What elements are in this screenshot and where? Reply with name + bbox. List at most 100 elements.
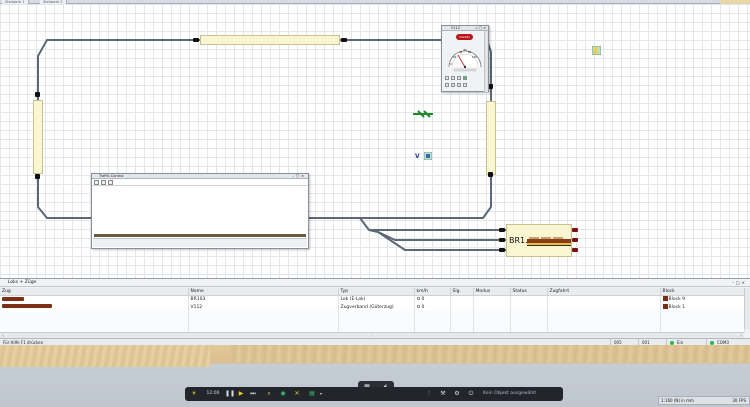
play-icon[interactable]: ▶ — [237, 389, 245, 399]
sun-icon[interactable]: ☀ — [189, 389, 199, 399]
block-left[interactable] — [33, 100, 43, 174]
signal-top-left[interactable] — [193, 38, 199, 42]
traffic-timeline-bar — [94, 234, 306, 237]
speed-tick-80: 80 — [468, 50, 472, 54]
function-button-2[interactable] — [451, 76, 455, 80]
cell-block: Block 9 — [668, 297, 685, 303]
wood-surface-left — [0, 345, 210, 367]
signal-top-right[interactable] — [341, 38, 347, 42]
speed-tick-40: 40 — [459, 50, 463, 54]
signal-left-bottom[interactable] — [35, 174, 40, 179]
loco-window-title: V112 — [451, 26, 461, 30]
function-button-3[interactable] — [457, 76, 461, 80]
gear-icon[interactable]: ⚙ — [453, 389, 461, 399]
loco-control-window[interactable]: V112 ▫□× märklin 40 60 80 20 100 0 — [441, 25, 489, 92]
marklin-logo: märklin — [456, 34, 473, 40]
loco-window-titlebar[interactable]: V112 ▫□× — [442, 26, 488, 31]
wood-surface-right — [230, 345, 750, 363]
signal-exit-2-right[interactable] — [572, 238, 578, 242]
table-row[interactable]: V112 Zugverband (Güterzug) 0 Block 1 — [0, 303, 745, 311]
panel-vertical-scrollbar[interactable] — [744, 288, 750, 329]
close-icon[interactable]: × — [301, 174, 306, 178]
speed-checkbox[interactable] — [416, 296, 420, 300]
signal-left-top[interactable] — [35, 92, 40, 97]
fast-forward-icon[interactable]: ⏭ — [249, 389, 257, 399]
speedometer[interactable]: 40 60 80 20 100 0 — [446, 41, 484, 75]
column-header-zugfahrt[interactable]: Zugfahrt — [547, 288, 661, 296]
bottom-toolbar: ☀ 12:00 ❚❚ ▶ ⏭ ⌕ ◉ ✕ ▤ ▾ ⫶ ⚒ ⚙ ⏻ Kein Ob… — [185, 387, 563, 401]
sliders-icon[interactable]: ⫶ — [425, 389, 433, 399]
chart-icon[interactable] — [101, 180, 106, 185]
traffic-window-title: Traffic-Control — [99, 174, 124, 178]
column-header-block[interactable]: Block — [660, 288, 745, 296]
table-row[interactable]: BR103 Lok (E-Lok) 0 Block 9 — [0, 295, 745, 303]
signal-right-bottom[interactable] — [488, 172, 493, 177]
direction-button[interactable] — [463, 76, 467, 80]
locos-table: Zug Name Typ km/h Sig. Modus Status Zugf… — [0, 288, 745, 333]
function-button-1[interactable] — [445, 76, 449, 80]
column-header-sig[interactable]: Sig. — [450, 288, 474, 296]
panel-titlebar: Loks + Züge -□× — [0, 279, 750, 287]
track-layout-canvas[interactable]: V V112 ▫□× märklin 40 60 80 20 100 0 Tra… — [0, 4, 750, 278]
column-header-name[interactable]: Name — [188, 288, 339, 296]
signal-exit-1-left[interactable] — [499, 228, 505, 232]
scale-indicator: 1:160 (N) in mm 30 FPS — [658, 396, 750, 405]
v-marker: V — [415, 153, 420, 160]
pause-icon[interactable]: ❚❚ — [225, 389, 235, 399]
clock-time[interactable]: 12:00 — [203, 389, 223, 399]
track-contact-icon[interactable] — [424, 152, 432, 160]
close-icon[interactable]: × — [483, 26, 487, 30]
cell-kmh: 0 — [421, 304, 425, 310]
function-button-6[interactable] — [457, 83, 461, 87]
cell-block: Block 1 — [668, 305, 685, 310]
cell-name: BR103 — [188, 295, 339, 303]
signal-exit-3-right[interactable] — [572, 248, 578, 252]
column-header-kmh[interactable]: km/h — [414, 288, 451, 296]
traffic-control-window[interactable]: Traffic-Control -□× — [91, 173, 309, 249]
chevron-down-icon[interactable]: ▾ — [318, 389, 324, 399]
column-header-modus[interactable]: Modus — [473, 288, 511, 296]
switch-icon[interactable] — [592, 46, 601, 55]
fps-label: 30 FPS — [732, 398, 746, 403]
loco-window-scrollbar[interactable] — [484, 31, 488, 92]
function-button-4[interactable] — [445, 83, 449, 87]
block-right[interactable] — [486, 101, 496, 175]
block-icon — [662, 296, 668, 302]
tools-icon[interactable]: ⚒ — [439, 389, 447, 399]
signal-exit-3-left[interactable] — [499, 248, 505, 252]
shuffle-icon[interactable]: ✕ — [293, 389, 301, 399]
traffic-scrollbar[interactable] — [93, 238, 307, 247]
block-icon — [662, 304, 668, 309]
function-button-5[interactable] — [451, 83, 455, 87]
speed-checkbox[interactable] — [416, 304, 420, 308]
speed-tick-20: 20 — [453, 55, 457, 59]
signal-exit-1-right[interactable] — [572, 228, 578, 232]
status-bar: Für Hilfe F1 drücken 005 001 Ein COM3 — [0, 338, 750, 346]
column-header-typ[interactable]: Typ — [338, 288, 415, 296]
new-icon[interactable] — [94, 180, 99, 185]
speed-tick-60: 60 — [464, 48, 468, 52]
turnout-icon[interactable] — [412, 110, 434, 118]
loco-thumbnail — [2, 296, 24, 301]
signal-exit-2-left[interactable] — [499, 238, 505, 242]
block-top[interactable] — [200, 35, 340, 45]
locos-trains-panel: Loks + Züge -□× Zug Name Typ km/h Sig. M… — [0, 278, 750, 338]
layers-icon[interactable]: ▤ — [307, 389, 317, 399]
cell-kmh: 0 — [421, 296, 425, 302]
table-row — [0, 311, 745, 333]
filter-icon[interactable] — [108, 180, 113, 185]
train-block-br1[interactable]: BR1... — [506, 224, 572, 257]
cell-typ: Zugverband (Güterzug) — [338, 303, 415, 311]
close-icon[interactable]: × — [742, 280, 747, 285]
selection-status-text: Kein Objekt ausgewählt — [483, 391, 537, 396]
globe-icon[interactable]: ◉ — [279, 389, 287, 399]
train-icon — [527, 237, 571, 246]
train-thumbnail — [2, 304, 52, 309]
column-header-zug[interactable]: Zug — [0, 288, 189, 296]
search-icon[interactable]: ⌕ — [265, 389, 273, 399]
column-header-status[interactable]: Status — [510, 288, 548, 296]
cell-name: V112 — [188, 303, 339, 311]
function-button-7[interactable] — [463, 83, 467, 87]
panel-title: Loks + Züge — [8, 280, 37, 285]
power-icon[interactable]: ⏻ — [467, 389, 475, 399]
